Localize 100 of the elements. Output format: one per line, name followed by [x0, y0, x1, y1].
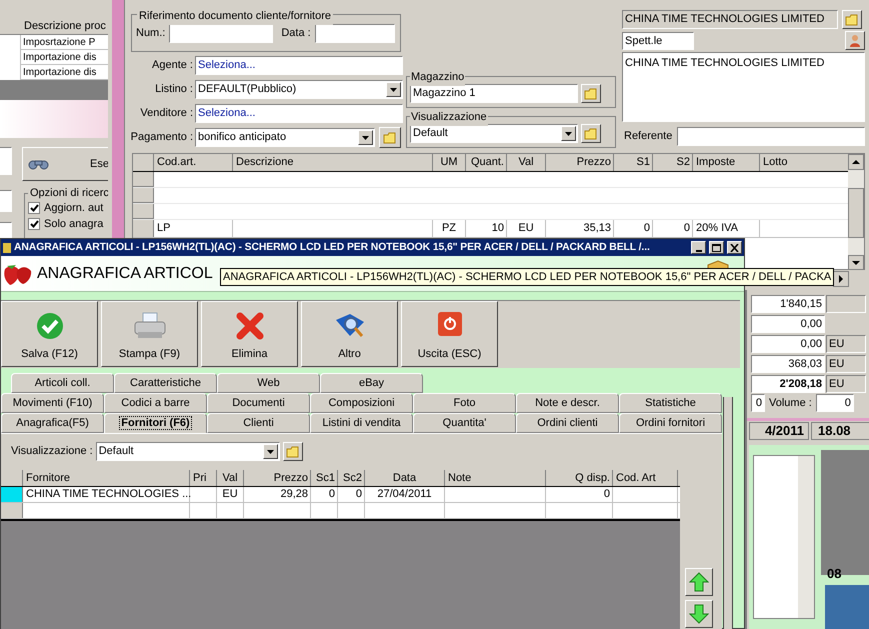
input-field[interactable]: Spett.le — [622, 32, 694, 50]
dropdown-button[interactable] — [358, 130, 373, 145]
field-label: Listino : — [154, 82, 193, 98]
maximize-icon — [712, 244, 721, 252]
column-header[interactable]: S1 — [614, 154, 653, 171]
x-icon — [236, 312, 264, 340]
lookup-button[interactable] — [845, 31, 865, 50]
input-field[interactable] — [677, 127, 865, 146]
folder-button[interactable] — [379, 127, 401, 148]
table-cell: 0 — [338, 487, 365, 502]
row-header[interactable] — [133, 204, 154, 219]
column-header[interactable]: Q disp. — [546, 470, 613, 486]
tab[interactable]: Anagrafica(F5) — [1, 413, 104, 433]
field-label: Agente : — [151, 58, 193, 74]
dropdown-button[interactable] — [561, 126, 576, 141]
group-label: Riferimento documento cliente/fornitore — [137, 8, 333, 24]
folder-button[interactable] — [581, 84, 601, 103]
column-header[interactable]: Pri — [190, 470, 217, 486]
tab[interactable]: Web — [217, 373, 320, 393]
move-down-button[interactable] — [685, 600, 713, 628]
move-up-button[interactable] — [685, 568, 713, 596]
minimize-icon — [696, 250, 702, 252]
tab[interactable]: eBay — [320, 373, 423, 393]
tab[interactable]: Quantita' — [413, 413, 516, 433]
checkbox-label: Aggiorn. aut — [44, 201, 104, 216]
checkmark-icon — [36, 312, 64, 340]
toolbar-button[interactable]: Stampa (F9) — [101, 301, 198, 367]
checkbox[interactable] — [28, 218, 40, 230]
column-header[interactable]: Descrizione — [233, 154, 433, 171]
field-label: Num.: — [136, 26, 166, 41]
column-header[interactable]: Cod.art. — [154, 154, 233, 171]
input-field[interactable] — [0, 190, 12, 212]
tab[interactable]: Foto — [413, 393, 516, 413]
row-selector[interactable] — [1, 503, 23, 518]
dropdown[interactable]: Default — [96, 442, 280, 461]
column-header: Descrizione proc — [0, 18, 108, 35]
scrollbar[interactable] — [798, 456, 814, 618]
input-field[interactable]: Magazzino 1 — [410, 84, 578, 103]
row-header[interactable] — [133, 172, 154, 187]
column-header[interactable]: Val — [217, 470, 244, 486]
column-header[interactable]: Cod. Art — [613, 470, 678, 486]
dropdown-button[interactable] — [262, 444, 278, 459]
caret-icon — [390, 88, 397, 92]
minimize-button[interactable] — [691, 241, 706, 254]
column-header[interactable]: Imposte — [693, 154, 760, 171]
checkbox[interactable] — [28, 202, 40, 214]
folder-button[interactable] — [581, 124, 601, 143]
amount-field: 2'208,18 — [751, 375, 825, 393]
toolbar-button[interactable]: Elimina — [201, 301, 298, 367]
address-field[interactable]: CHINA TIME TECHNOLOGIES LIMITED — [622, 52, 865, 122]
row-header[interactable] — [133, 220, 154, 237]
scrollbar[interactable] — [848, 154, 864, 269]
tab[interactable]: Documenti — [207, 393, 310, 413]
input-field[interactable] — [314, 24, 395, 42]
column-header[interactable]: Note — [445, 470, 546, 486]
tab[interactable]: Articoli coll. — [11, 373, 114, 393]
select-field[interactable]: Seleziona... — [195, 56, 403, 75]
field-label: Referente — [624, 129, 672, 144]
row-header[interactable] — [133, 188, 154, 203]
tab[interactable]: Composizioni — [310, 393, 413, 413]
column-header[interactable]: Fornitore — [23, 470, 190, 486]
column-header[interactable]: Data — [365, 470, 445, 486]
close-button[interactable] — [727, 241, 742, 254]
maximize-button[interactable] — [709, 241, 724, 254]
tab[interactable]: Fornitori (F6) — [104, 413, 207, 433]
tab[interactable]: Movimenti (F10) — [1, 393, 104, 413]
column-header[interactable]: Quant. — [466, 154, 507, 171]
folder-button[interactable] — [282, 442, 303, 461]
table-cell: 0 — [653, 220, 693, 237]
folder-button[interactable] — [842, 10, 862, 29]
arrow-up-icon — [689, 572, 709, 592]
toolbar-button[interactable]: Uscita (ESC) — [401, 301, 498, 367]
table-cell: EU — [217, 487, 244, 502]
tab[interactable]: Listini di vendita — [310, 413, 413, 433]
time-field: 18.08 — [811, 422, 869, 440]
column-header[interactable]: Sc1 — [311, 470, 338, 486]
dropdown[interactable]: bonifico anticipato — [195, 128, 375, 147]
tab[interactable]: Statistiche — [619, 393, 722, 413]
column-header[interactable]: S2 — [653, 154, 693, 171]
dropdown-button[interactable] — [386, 82, 401, 97]
tab[interactable]: Caratteristiche — [114, 373, 217, 393]
input-field[interactable] — [0, 147, 12, 175]
tab[interactable]: Clienti — [207, 413, 310, 433]
toolbar-button[interactable]: Altro — [301, 301, 398, 367]
dropdown[interactable]: DEFAULT(Pubblico) — [195, 80, 403, 99]
column-header[interactable]: Prezzo — [244, 470, 311, 486]
arrow-down-icon — [689, 604, 709, 624]
table-cell: 27/04/2011 — [365, 487, 445, 502]
column-header[interactable]: Prezzo — [546, 154, 614, 171]
dropdown[interactable]: Default — [410, 124, 578, 143]
tab[interactable]: Ordini clienti — [516, 413, 619, 433]
tab[interactable]: Ordini fornitori — [619, 413, 722, 433]
tab[interactable]: Codici a barre — [104, 393, 207, 413]
column-header[interactable]: UM — [433, 154, 466, 171]
tab[interactable]: Note e descr. — [516, 393, 619, 413]
select-field[interactable]: Seleziona... — [195, 104, 403, 123]
toolbar-button[interactable]: Salva (F12) — [1, 301, 98, 367]
amount-field: 1'840,15 — [751, 295, 825, 313]
column-header[interactable]: Sc2 — [338, 470, 365, 486]
column-header[interactable]: Val — [507, 154, 546, 171]
